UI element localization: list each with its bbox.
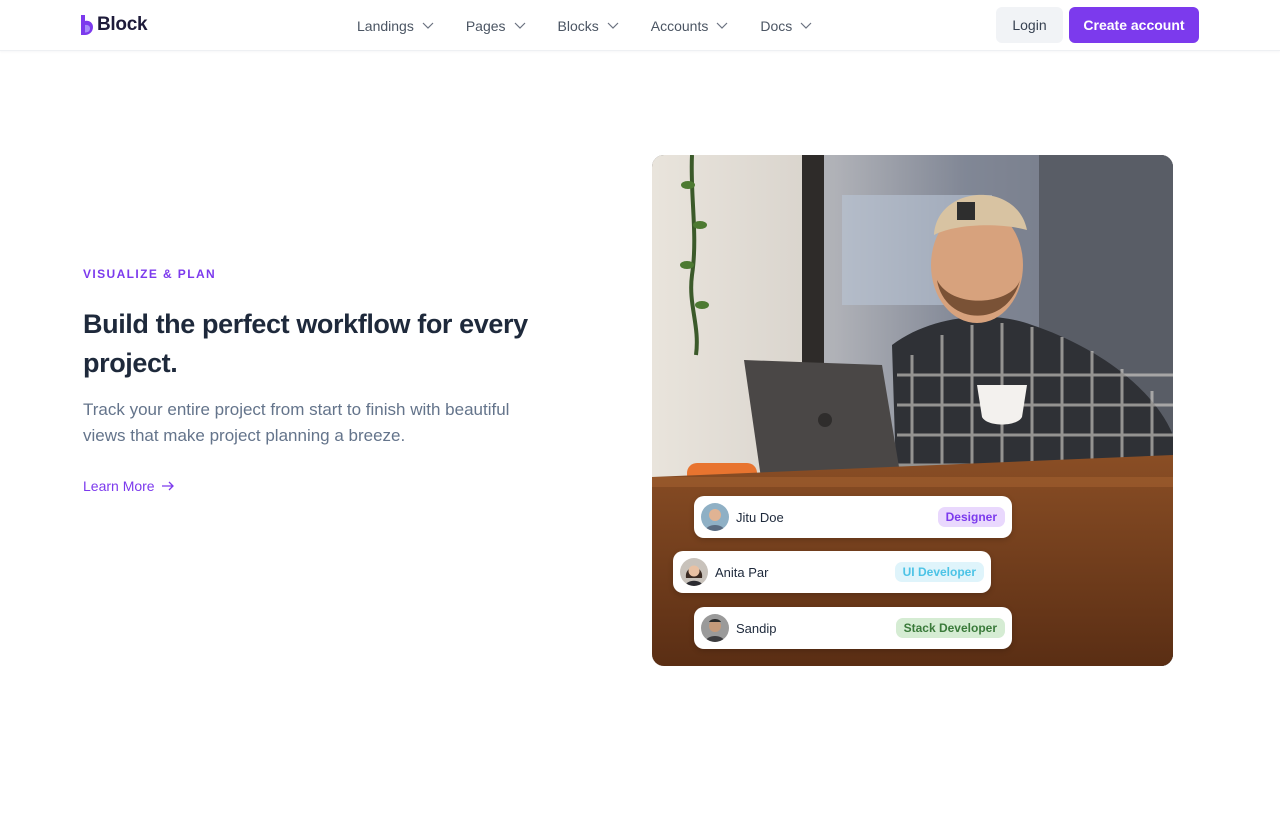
hero-eyebrow: VISUALIZE & PLAN [83, 267, 217, 281]
team-member-card[interactable]: Jitu Doe Designer [694, 496, 1012, 538]
chevron-down-icon [716, 22, 728, 29]
brand-logo[interactable]: Block [80, 14, 148, 36]
chevron-down-icon [422, 22, 434, 29]
nav-item-label: Docs [760, 17, 793, 34]
learn-more-link[interactable]: Learn More [83, 478, 175, 494]
login-button[interactable]: Login [996, 7, 1063, 43]
nav-item-accounts[interactable]: Accounts [651, 18, 729, 34]
nav-item-label: Pages [465, 17, 506, 34]
team-member-card[interactable]: Anita Par UI Developer [673, 551, 991, 593]
hero-subtext: Track your entire project from start to … [83, 400, 510, 445]
nav-item-label: Accounts [650, 17, 709, 34]
nav-item-blocks[interactable]: Blocks [558, 18, 619, 34]
role-badge: Designer [937, 507, 1005, 527]
nav-item-label: Landings [357, 17, 414, 34]
team-member-card[interactable]: Sandip Stack Developer [694, 607, 1012, 649]
main-nav: Landings Pages Blocks Accounts Docs [357, 0, 844, 51]
block-logo-icon [81, 15, 93, 35]
chevron-down-icon [514, 22, 525, 29]
role-badge: UI Developer [894, 562, 984, 582]
chevron-down-icon [607, 22, 619, 29]
avatar [680, 558, 708, 586]
learn-more-label: Learn More [83, 478, 155, 494]
team-member-name: Anita Par [715, 564, 769, 580]
nav-item-pages[interactable]: Pages [466, 18, 526, 34]
create-account-button[interactable]: Create account [1069, 7, 1199, 43]
team-member-name: Sandip [736, 620, 777, 636]
nav-item-label: Blocks [557, 17, 599, 34]
top-navbar: Block Landings Pages Blocks Accounts Doc… [0, 0, 1280, 51]
brand-name: Block [97, 14, 148, 35]
team-member-name: Jitu Doe [736, 509, 784, 525]
nav-item-landings[interactable]: Landings [357, 18, 434, 34]
role-badge: Stack Developer [895, 618, 1005, 638]
nav-item-docs[interactable]: Docs [760, 18, 812, 34]
chevron-down-icon [800, 22, 812, 29]
arrow-right-icon [161, 481, 174, 491]
avatar [701, 614, 729, 642]
avatar [701, 503, 729, 531]
hero-headline: Build the perfect workflow for every pro… [83, 309, 528, 378]
